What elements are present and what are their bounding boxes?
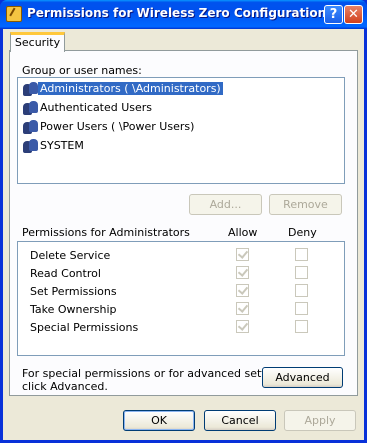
list-item-label: SYSTEM xyxy=(40,139,84,152)
list-item-label: Authenticated Users xyxy=(40,101,153,114)
permissions-list[interactable]: Delete Service Read Control Set Permissi… xyxy=(17,241,345,356)
apply-button[interactable]: Apply xyxy=(284,410,356,431)
add-button[interactable]: Add... xyxy=(189,194,262,215)
list-item-label: Power Users ( \Power Users) xyxy=(40,120,195,133)
remove-button[interactable]: Remove xyxy=(269,194,342,215)
permission-name: Set Permissions xyxy=(30,285,117,298)
window-title: Permissions for Wireless Zero Configurat… xyxy=(27,6,327,20)
list-item[interactable]: Authenticated Users xyxy=(20,99,342,116)
allow-checkbox[interactable] xyxy=(236,266,249,279)
dialog-window: Permissions for Wireless Zero Configurat… xyxy=(0,0,367,443)
deny-checkbox[interactable] xyxy=(295,284,308,297)
deny-column-header: Deny xyxy=(288,226,317,239)
permission-name: Read Control xyxy=(30,267,101,280)
ok-button[interactable]: OK xyxy=(123,410,195,431)
list-item-label: Administrators ( \Administrators) xyxy=(38,82,223,95)
allow-checkbox[interactable] xyxy=(236,248,249,261)
title-bar[interactable]: Permissions for Wireless Zero Configurat… xyxy=(0,0,367,29)
advanced-hint-line2: click Advanced. xyxy=(22,380,108,393)
allow-column-header: Allow xyxy=(228,226,258,239)
list-item[interactable]: Administrators ( \Administrators) xyxy=(20,80,342,97)
help-button[interactable]: ? xyxy=(324,5,343,24)
cancel-button[interactable]: Cancel xyxy=(204,410,276,431)
permission-name: Delete Service xyxy=(30,249,111,262)
dialog-body: Security Group or user names: Administra… xyxy=(3,29,364,440)
table-row: Read Control xyxy=(18,264,344,282)
advanced-hint-line1: For special permissions or for advanced … xyxy=(22,367,292,380)
key-icon xyxy=(6,6,22,22)
table-row: Delete Service xyxy=(18,246,344,264)
allow-checkbox[interactable] xyxy=(236,320,249,333)
users-icon xyxy=(22,137,39,154)
permissions-label: Permissions for Administrators xyxy=(22,226,190,239)
list-item[interactable]: Power Users ( \Power Users) xyxy=(20,118,342,135)
permission-name: Special Permissions xyxy=(30,321,139,334)
close-button[interactable]: ✕ xyxy=(344,5,363,24)
list-item[interactable]: SYSTEM xyxy=(20,137,342,154)
group-list-label: Group or user names: xyxy=(22,64,142,77)
permission-name: Take Ownership xyxy=(30,303,117,316)
allow-checkbox[interactable] xyxy=(236,284,249,297)
table-row: Special Permissions xyxy=(18,318,344,336)
deny-checkbox[interactable] xyxy=(295,248,308,261)
tab-security[interactable]: Security xyxy=(10,32,65,52)
users-icon xyxy=(22,118,39,135)
table-row: Take Ownership xyxy=(18,300,344,318)
advanced-button[interactable]: Advanced xyxy=(262,367,343,388)
deny-checkbox[interactable] xyxy=(295,266,308,279)
users-icon xyxy=(22,99,39,116)
deny-checkbox[interactable] xyxy=(295,302,308,315)
allow-checkbox[interactable] xyxy=(236,302,249,315)
deny-checkbox[interactable] xyxy=(295,320,308,333)
users-icon xyxy=(22,80,39,97)
table-row: Set Permissions xyxy=(18,282,344,300)
group-user-list[interactable]: Administrators ( \Administrators) Authen… xyxy=(17,77,345,184)
